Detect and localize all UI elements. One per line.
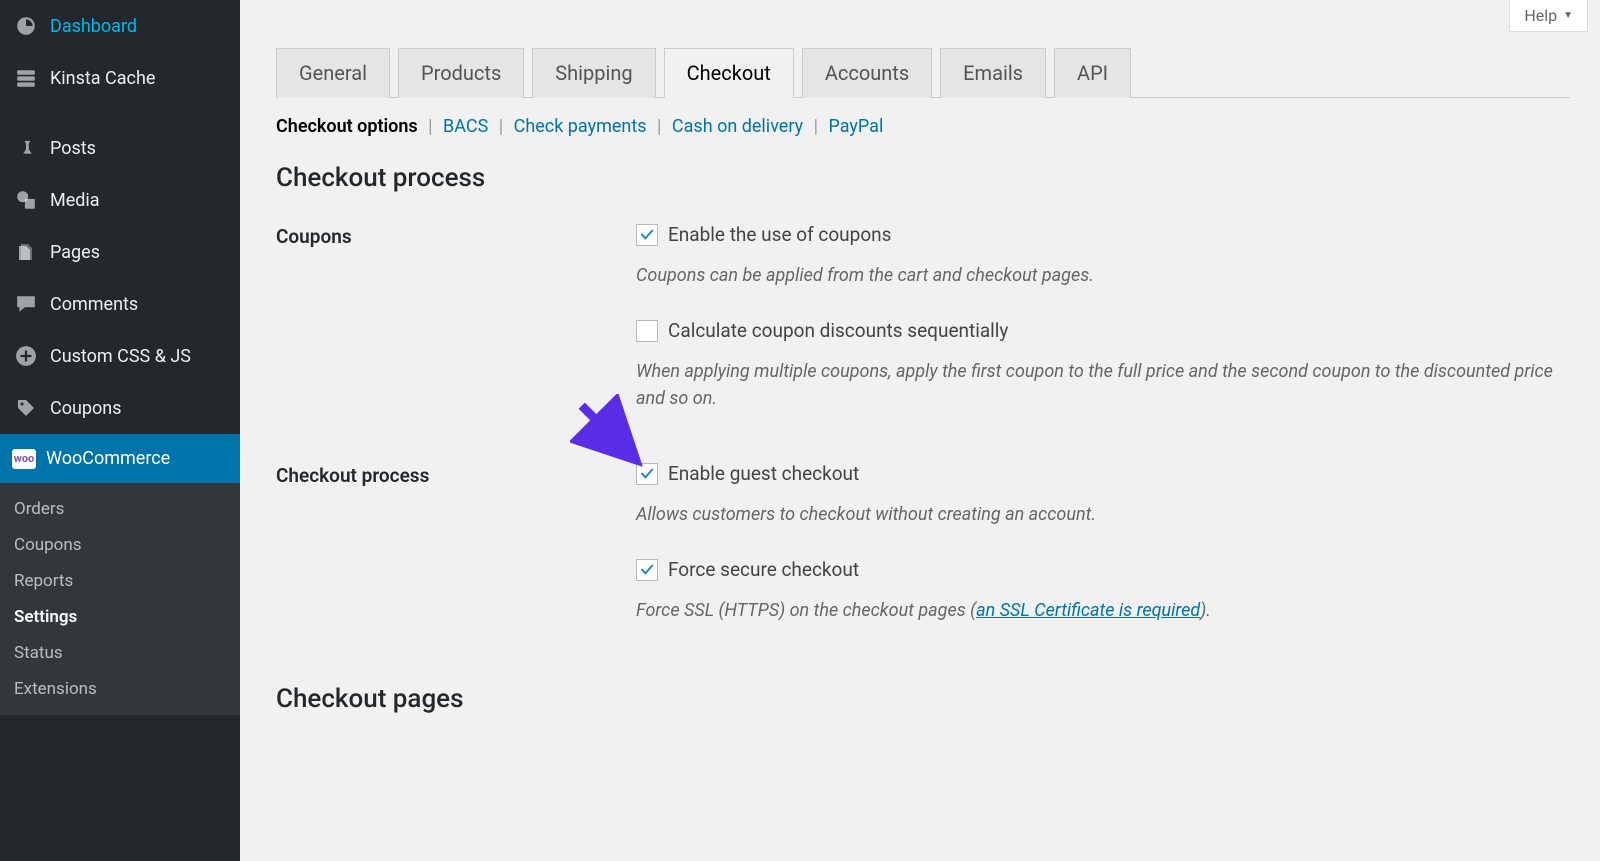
submenu-item-reports[interactable]: Reports	[0, 563, 240, 599]
ssl-required-link[interactable]: an SSL Certificate is required	[976, 600, 1200, 621]
tab-emails[interactable]: Emails	[940, 48, 1046, 98]
tab-products[interactable]: Products	[398, 48, 524, 98]
checkbox-guest-checkout[interactable]	[636, 463, 658, 485]
row-label-coupons: Coupons	[276, 223, 636, 248]
comment-icon	[12, 292, 40, 316]
admin-sidebar: Dashboard Kinsta Cache Posts Media Pages…	[0, 0, 240, 861]
section-link-checkout-options[interactable]: Checkout options	[276, 116, 418, 137]
tab-general[interactable]: General	[276, 48, 390, 98]
sidebar-submenu: Orders Coupons Reports Settings Status E…	[0, 483, 240, 715]
description-enable-coupons: Coupons can be applied from the cart and…	[636, 262, 1570, 289]
section-link-check-payments[interactable]: Check payments	[514, 116, 647, 137]
chevron-down-icon: ▼	[1563, 10, 1573, 21]
checkbox-label: Enable the use of coupons	[668, 223, 891, 246]
checkbox-sequential-discounts[interactable]	[636, 320, 658, 342]
description-guest-checkout: Allows customers to checkout without cre…	[636, 501, 1570, 528]
section-links: Checkout options | BACS | Check payments…	[276, 98, 1570, 155]
section-title-checkout-pages: Checkout pages	[276, 684, 1570, 714]
section-title-checkout-process: Checkout process	[276, 163, 1570, 193]
section-link-paypal[interactable]: PayPal	[828, 116, 883, 137]
checkbox-label: Calculate coupon discounts sequentially	[668, 319, 1008, 342]
woocommerce-icon: woo	[12, 449, 36, 469]
sidebar-item-label: Coupons	[50, 398, 122, 419]
sidebar-item-label: WooCommerce	[46, 448, 170, 469]
sidebar-item-label: Kinsta Cache	[50, 68, 155, 89]
sidebar-item-kinsta-cache[interactable]: Kinsta Cache	[0, 52, 240, 104]
row-checkout-process: Checkout process Enable guest checkout A…	[276, 462, 1570, 654]
checkbox-label: Enable guest checkout	[668, 462, 859, 485]
row-coupons: Coupons Enable the use of coupons Coupon…	[276, 223, 1570, 442]
sidebar-item-woocommerce[interactable]: woo WooCommerce	[0, 434, 240, 483]
sidebar-item-media[interactable]: Media	[0, 174, 240, 226]
submenu-item-extensions[interactable]: Extensions	[0, 671, 240, 707]
sidebar-item-label: Comments	[50, 294, 138, 315]
row-label-checkout-process: Checkout process	[276, 462, 636, 487]
sidebar-item-pages[interactable]: Pages	[0, 226, 240, 278]
help-tab[interactable]: Help ▼	[1509, 0, 1588, 32]
submenu-item-coupons[interactable]: Coupons	[0, 527, 240, 563]
section-link-bacs[interactable]: BACS	[443, 116, 488, 137]
tab-accounts[interactable]: Accounts	[802, 48, 932, 98]
help-label: Help	[1524, 6, 1557, 25]
sidebar-item-label: Posts	[50, 138, 96, 159]
dashboard-icon	[12, 14, 40, 38]
sidebar-item-label: Custom CSS & JS	[50, 346, 191, 367]
submenu-item-orders[interactable]: Orders	[0, 491, 240, 527]
option-enable-coupons[interactable]: Enable the use of coupons	[636, 223, 1570, 246]
pages-icon	[12, 240, 40, 264]
checkbox-force-secure[interactable]	[636, 559, 658, 581]
sidebar-item-label: Dashboard	[50, 16, 137, 37]
sidebar-item-label: Media	[50, 190, 100, 211]
tab-shipping[interactable]: Shipping	[532, 48, 655, 98]
description-force-secure: Force SSL (HTTPS) on the checkout pages …	[636, 597, 1570, 624]
checkbox-label: Force secure checkout	[668, 558, 859, 581]
submenu-item-status[interactable]: Status	[0, 635, 240, 671]
checkbox-enable-coupons[interactable]	[636, 224, 658, 246]
media-icon	[12, 188, 40, 212]
tab-checkout[interactable]: Checkout	[664, 48, 794, 98]
option-sequential-discounts[interactable]: Calculate coupon discounts sequentially	[636, 319, 1570, 342]
description-sequential-discounts: When applying multiple coupons, apply th…	[636, 358, 1570, 412]
sidebar-item-label: Pages	[50, 242, 100, 263]
sidebar-item-coupons[interactable]: Coupons	[0, 382, 240, 434]
option-guest-checkout[interactable]: Enable guest checkout	[636, 462, 1570, 485]
tag-icon	[12, 396, 40, 420]
section-link-cash-on-delivery[interactable]: Cash on delivery	[672, 116, 803, 137]
sidebar-item-custom-css-js[interactable]: Custom CSS & JS	[0, 330, 240, 382]
database-icon	[12, 66, 40, 90]
sidebar-item-comments[interactable]: Comments	[0, 278, 240, 330]
pin-icon	[12, 136, 40, 160]
submenu-item-settings[interactable]: Settings	[0, 599, 240, 635]
settings-tabs: General Products Shipping Checkout Accou…	[276, 48, 1570, 98]
option-force-secure[interactable]: Force secure checkout	[636, 558, 1570, 581]
tab-api[interactable]: API	[1054, 48, 1131, 98]
sidebar-item-posts[interactable]: Posts	[0, 122, 240, 174]
plus-circle-icon	[12, 344, 40, 368]
sidebar-item-dashboard[interactable]: Dashboard	[0, 0, 240, 52]
main-content: Help ▼ General Products Shipping Checkou…	[240, 0, 1600, 861]
